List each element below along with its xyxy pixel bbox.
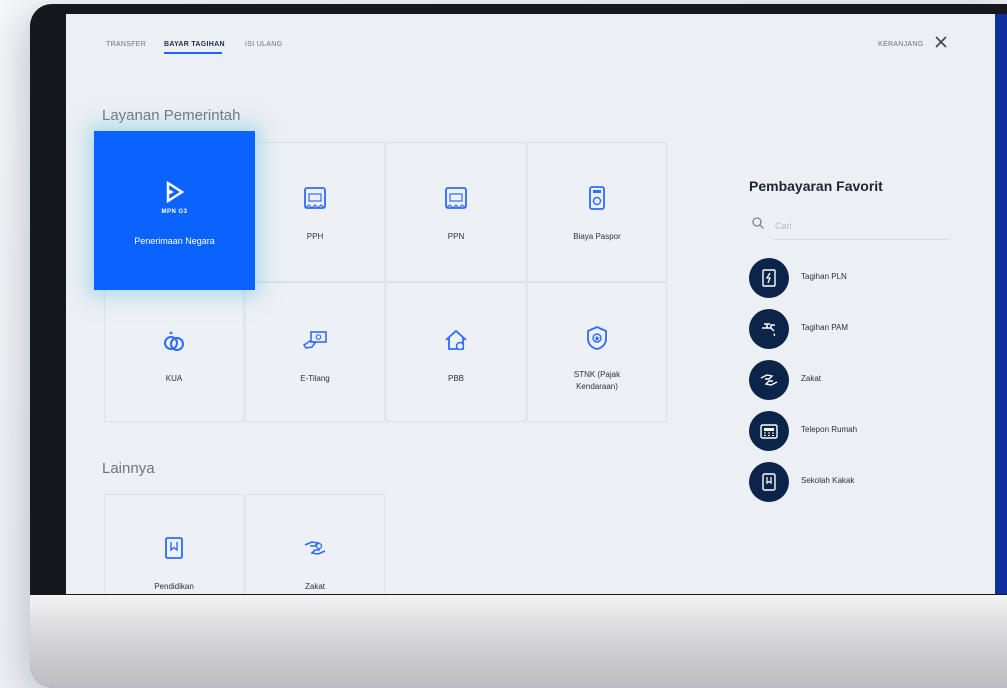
favorite-icon-badge [749, 258, 789, 298]
house-icon [445, 329, 467, 351]
police-badge-icon [587, 326, 607, 350]
favorite-item-telepon-rumah[interactable]: Telepon Rumah [749, 411, 949, 451]
tab-bayar-tagihan[interactable]: BAYAR TAGIHAN [164, 41, 225, 48]
active-tab-indicator [164, 52, 222, 54]
favorite-item-sekolah-kakak[interactable]: Sekolah Kakak [749, 462, 949, 502]
favorite-label: Zakat [801, 374, 822, 383]
mpn-logo-text: MPN G3 [161, 209, 188, 215]
cart-link[interactable]: KERANJANG [878, 41, 924, 48]
electricity-icon [762, 269, 776, 287]
grid-item-label: Pendidikan [154, 582, 194, 591]
grid-item-stnk[interactable]: STNK (Pajak Kendaraan) [527, 282, 667, 422]
featured-label: Penerimaan Negara [134, 236, 215, 246]
school-icon [762, 473, 776, 491]
favorite-label: Telepon Rumah [801, 425, 858, 434]
cash-icon [302, 331, 327, 349]
favorites-title: Pembayaran Favorit [749, 178, 883, 194]
favorite-label: Sekolah Kakak [801, 476, 855, 485]
screen-edge [995, 14, 1007, 594]
grid-item-biaya-paspor[interactable]: Biaya Paspor [527, 142, 667, 282]
laptop-base [30, 595, 1007, 688]
search-input[interactable] [773, 216, 947, 236]
search-icon [752, 217, 764, 229]
search-underline [773, 239, 949, 240]
grid-item-label: PPN [447, 232, 465, 241]
grid-item-pbb[interactable]: PBB [386, 282, 526, 422]
favorite-item-tagihan-pam[interactable]: Tagihan PAM [749, 309, 949, 349]
favorite-icon-badge [749, 360, 789, 400]
favorite-label: Tagihan PAM [801, 323, 848, 332]
app-screen: TRANSFER BAYAR TAGIHAN ISI ULANG KERANJA… [66, 14, 1007, 594]
grid-item-label: KUA [165, 374, 183, 383]
book-icon [165, 537, 183, 559]
invoice-icon [304, 187, 326, 209]
favorite-icon-badge [749, 462, 789, 502]
favorites-search [749, 212, 949, 240]
hands-icon [760, 374, 778, 386]
grid-item-label: E-Tilang [300, 374, 330, 383]
phone-icon [760, 424, 778, 439]
invoice-icon [445, 187, 467, 209]
grid-item-label: Zakat [304, 582, 325, 591]
grid-item-label: STNK (Pajak [573, 370, 621, 379]
grid-item-ppn[interactable]: PPN [386, 142, 526, 282]
grid-item-label: Biaya Paspor [573, 232, 621, 241]
grid-item-pendidikan[interactable]: Pendidikan [104, 494, 244, 594]
grid-item-kua[interactable]: KUA [104, 282, 244, 422]
section-title-others: Lainnya [102, 460, 155, 477]
grid-item-label: PBB [447, 374, 464, 383]
grid-item-label-line2: Kendaraan) [576, 382, 618, 391]
favorite-label: Tagihan PLN [801, 272, 847, 281]
close-icon[interactable] [932, 33, 950, 51]
grid-item-pph[interactable]: PPH [245, 142, 385, 282]
top-nav: TRANSFER BAYAR TAGIHAN ISI ULANG KERANJA… [66, 14, 1007, 74]
grid-item-e-tilang[interactable]: E-Tilang [245, 282, 385, 422]
laptop-frame: TRANSFER BAYAR TAGIHAN ISI ULANG KERANJA… [30, 4, 1007, 688]
grid-item-zakat[interactable]: Zakat [245, 494, 385, 594]
water-tap-icon [762, 323, 776, 336]
favorite-item-tagihan-pln[interactable]: Tagihan PLN [749, 258, 949, 298]
hands-icon [304, 541, 326, 555]
passport-icon [589, 186, 605, 210]
grid-item-label: PPH [306, 232, 324, 241]
favorite-item-zakat[interactable]: Zakat [749, 360, 949, 400]
section-title-government: Layanan Pemerintah [102, 107, 241, 124]
rings-icon [164, 331, 184, 351]
favorite-icon-badge [749, 309, 789, 349]
tab-transfer[interactable]: TRANSFER [106, 41, 146, 48]
favorite-icon-badge [749, 411, 789, 451]
grid-item-penerimaan-negara[interactable]: MPN G3 Penerimaan Negara [94, 131, 255, 290]
tab-isi-ulang[interactable]: ISI ULANG [245, 41, 282, 48]
